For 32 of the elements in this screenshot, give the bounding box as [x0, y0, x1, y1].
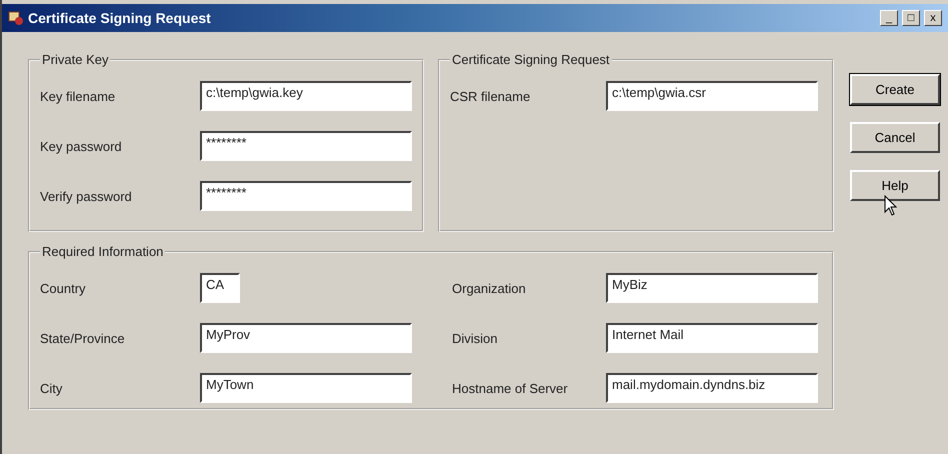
input-field[interactable]: c:\temp\gwia.csr: [606, 81, 818, 111]
input-field[interactable]: ********: [200, 181, 412, 211]
group-title: Required Information: [41, 244, 164, 259]
input-field[interactable]: c:\temp\gwia.key: [200, 81, 412, 111]
dialog-button[interactable]: Create: [850, 74, 940, 105]
input-field[interactable]: Internet Mail: [606, 323, 818, 353]
field-label: Key filename: [40, 88, 116, 104]
field-label: Verify password: [40, 188, 133, 204]
dialog-button[interactable]: Help: [850, 170, 940, 201]
field-label: Division: [452, 330, 499, 346]
cursor-icon: [884, 195, 898, 217]
field-label: City: [40, 380, 64, 396]
dialog-button[interactable]: Cancel: [850, 122, 940, 153]
window-control-button[interactable]: _: [880, 10, 898, 26]
input-field[interactable]: ********: [200, 131, 412, 161]
certificate-icon: [8, 10, 24, 26]
field-label: Hostname of Server: [452, 380, 569, 396]
input-field[interactable]: mail.mydomain.dyndns.biz: [606, 373, 818, 403]
input-field[interactable]: MyTown: [200, 373, 412, 403]
field-label: Key password: [40, 138, 123, 154]
group-title: Private Key: [41, 52, 110, 67]
input-field[interactable]: CA: [200, 273, 240, 303]
input-field[interactable]: MyBiz: [606, 273, 818, 303]
field-label: Organization: [452, 280, 527, 296]
field-label: State/Province: [40, 330, 126, 346]
window-title: Certificate Signing Request: [28, 10, 212, 26]
window-control-button[interactable]: □: [902, 10, 920, 26]
field-label: CSR filename: [450, 88, 532, 104]
input-field[interactable]: MyProv: [200, 323, 412, 353]
window-control-button[interactable]: x: [924, 10, 942, 26]
field-label: Country: [40, 280, 87, 296]
group-title: Certificate Signing Request: [451, 52, 611, 67]
